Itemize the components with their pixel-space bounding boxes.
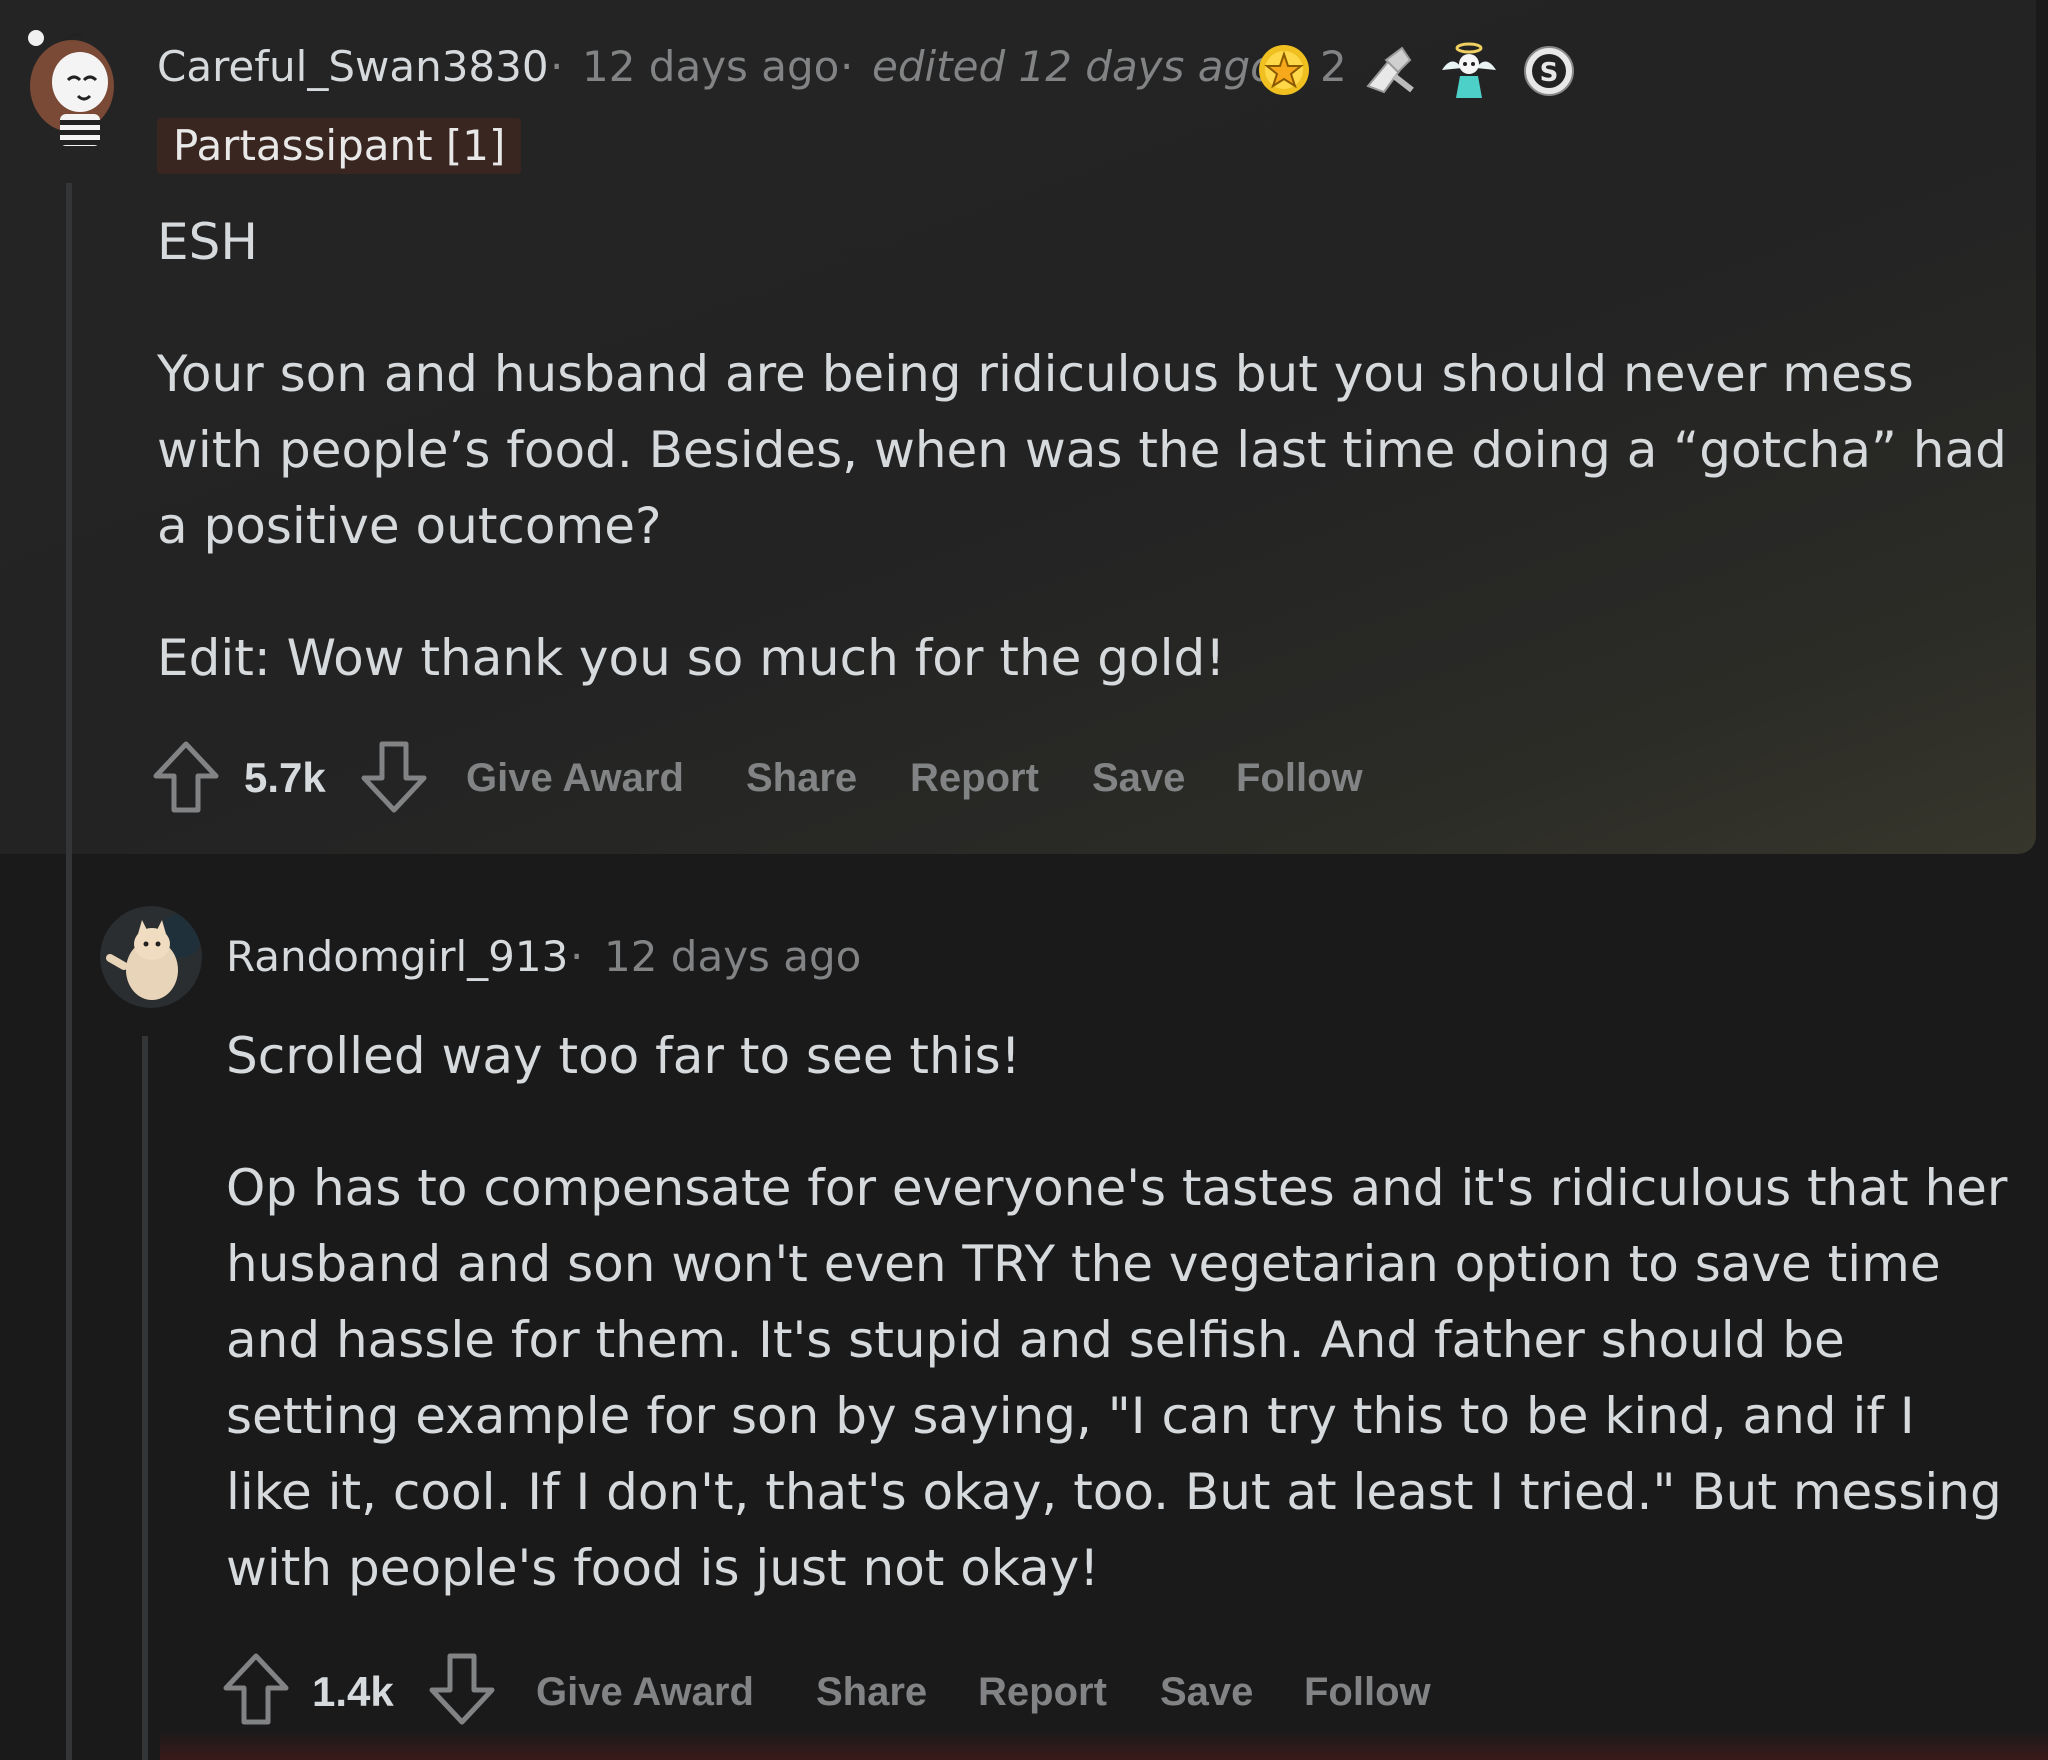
upvote-icon[interactable]: [152, 740, 220, 814]
edited-timestamp: edited 12 days ago: [872, 42, 1276, 91]
comment-author[interactable]: Careful_Swan3830: [157, 42, 549, 91]
avatar[interactable]: [22, 26, 122, 150]
meta-separator: ·: [550, 42, 564, 91]
comment-paragraph: Edit: Wow thank you so much for the gold…: [157, 629, 1226, 687]
thread-line-1[interactable]: [66, 183, 72, 1760]
comment-author[interactable]: Randomgirl_913: [226, 932, 568, 981]
angel-award-icon[interactable]: [1438, 40, 1500, 102]
gold-award-icon[interactable]: [1256, 42, 1312, 98]
meta-separator: ·: [570, 932, 584, 981]
comment-paragraph: Your son and husband are being ridiculou…: [157, 345, 2007, 555]
save-button[interactable]: Save: [1092, 756, 1185, 801]
meta-separator: ·: [840, 42, 854, 91]
report-button[interactable]: Report: [910, 756, 1039, 801]
comment-timestamp[interactable]: 12 days ago: [604, 932, 861, 981]
share-button[interactable]: Share: [746, 756, 857, 801]
award-count: 2: [1320, 42, 1347, 91]
comment-paragraph: Scrolled way too far to see this!: [226, 1027, 1021, 1085]
comment-verdict: ESH: [157, 213, 258, 271]
report-button[interactable]: Report: [978, 1670, 1107, 1715]
comment-timestamp[interactable]: 12 days ago: [582, 42, 839, 91]
downvote-icon[interactable]: [360, 740, 428, 814]
vote-score: 1.4k: [312, 1668, 394, 1715]
helpful-award-icon[interactable]: [1358, 40, 1420, 102]
give-award-button[interactable]: Give Award: [466, 756, 684, 801]
share-button[interactable]: Share: [816, 1670, 927, 1715]
thread-line-2[interactable]: [142, 1036, 148, 1760]
save-button[interactable]: Save: [1160, 1670, 1253, 1715]
comment-paragraph: Op has to compensate for everyone's tast…: [226, 1159, 2008, 1597]
avatar[interactable]: [100, 906, 202, 1008]
give-award-button[interactable]: Give Award: [536, 1670, 754, 1715]
upvote-icon[interactable]: [222, 1652, 290, 1726]
follow-button[interactable]: Follow: [1236, 756, 1363, 801]
downvote-icon[interactable]: [428, 1652, 496, 1726]
silver-award-icon[interactable]: S: [1522, 44, 1576, 98]
svg-text:S: S: [1540, 58, 1559, 88]
vote-score: 5.7k: [244, 754, 326, 801]
follow-button[interactable]: Follow: [1304, 1670, 1431, 1715]
user-flair: Partassipant [1]: [157, 118, 522, 174]
next-comment-edge: [160, 1730, 2048, 1760]
